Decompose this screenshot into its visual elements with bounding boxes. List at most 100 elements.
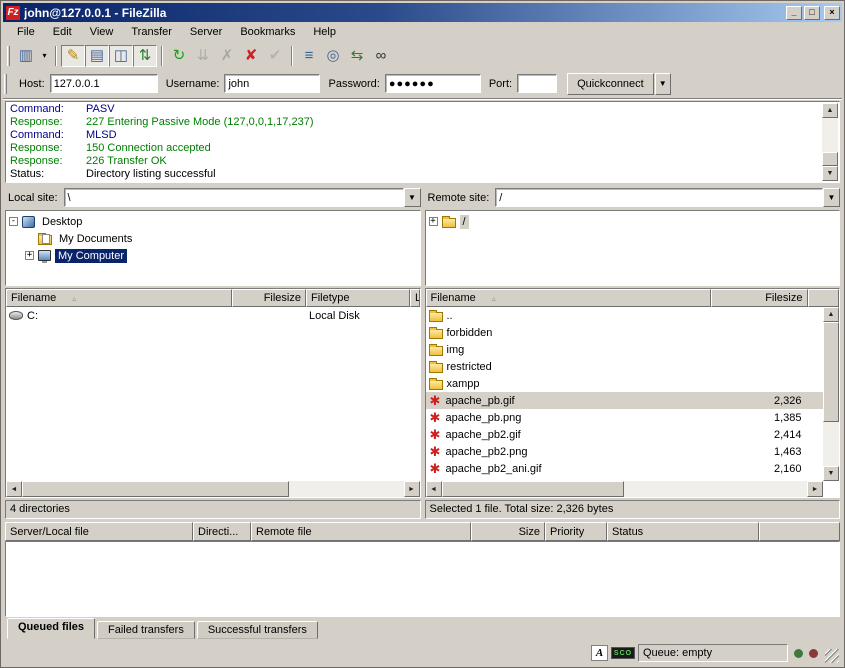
remote-site-dropdown-icon[interactable]: ▼ xyxy=(823,188,840,207)
toggle-queue-button[interactable]: ⇅ xyxy=(133,45,157,67)
folder-icon xyxy=(429,346,443,356)
local-list-body: C:Local Disk xyxy=(6,307,420,481)
quickconnect-dropdown-button[interactable]: ▼ xyxy=(655,73,671,95)
column-header-filename[interactable]: Filename▵ xyxy=(6,289,232,307)
scroll-up-icon[interactable]: ▲ xyxy=(822,103,838,118)
toggle-remote-tree-button[interactable]: ◫ xyxy=(109,45,133,67)
folder-docs-icon xyxy=(38,235,52,245)
tab-successful-transfers[interactable]: Successful transfers xyxy=(197,621,318,639)
log-line: Command:PASV xyxy=(10,103,819,116)
column-header-filesize[interactable]: Filesize xyxy=(232,289,306,307)
expand-icon[interactable]: + xyxy=(429,217,438,226)
toggle-message-log-button[interactable]: ✎ xyxy=(61,45,85,67)
site-manager-button[interactable]: ▥ xyxy=(14,45,38,67)
file-row-restricted[interactable]: restricted xyxy=(426,358,824,375)
file-row-apache-pb-gif[interactable]: ✱apache_pb.gif2,326 xyxy=(426,392,824,409)
desktop-icon xyxy=(22,216,35,228)
queue-column-remote-file[interactable]: Remote file xyxy=(251,522,471,541)
local-hscroll-thumb[interactable] xyxy=(22,481,289,497)
remote-tree-item-item[interactable]: +/ xyxy=(427,213,839,230)
local-hscrollbar[interactable]: ◄ ► xyxy=(6,481,420,497)
local-site-combo[interactable]: \ xyxy=(64,188,404,207)
file-row-apache-pb2-png[interactable]: ✱apache_pb2.png1,463 xyxy=(426,443,824,460)
host-label: Host: xyxy=(19,78,45,90)
remote-hscroll-track[interactable] xyxy=(442,481,808,497)
menu-help[interactable]: Help xyxy=(304,24,345,40)
remote-vscroll-thumb[interactable] xyxy=(823,322,839,422)
file-row-c[interactable]: C:Local Disk xyxy=(6,307,420,324)
toolbar-separator xyxy=(161,46,163,66)
minimize-button[interactable]: _ xyxy=(786,6,802,20)
menu-file[interactable]: File xyxy=(8,24,44,40)
remote-list-header: Filename▵Filesize xyxy=(426,289,840,307)
file-name: apache_pb2_ani.gif xyxy=(446,463,542,475)
queue-column-status[interactable]: Status xyxy=(607,522,759,541)
host-input[interactable] xyxy=(50,74,158,93)
transfer-queue-list[interactable] xyxy=(5,541,840,617)
queue-column-priority[interactable]: Priority xyxy=(545,522,607,541)
site-manager-dropdown-icon[interactable]: ▾ xyxy=(38,45,51,67)
local-site-label: Local site: xyxy=(5,192,64,204)
queue-column-directi[interactable]: Directi... xyxy=(193,522,251,541)
log-scroll-track[interactable] xyxy=(822,118,838,166)
menu-server[interactable]: Server xyxy=(181,24,231,40)
maximize-button[interactable]: □ xyxy=(804,6,820,20)
expand-icon[interactable]: + xyxy=(25,251,34,260)
remote-hscrollbar[interactable]: ◄ ► xyxy=(426,481,824,497)
queue-column-server-local-file[interactable]: Server/Local file xyxy=(5,522,193,541)
menu-edit[interactable]: Edit xyxy=(44,24,81,40)
filter-button[interactable]: ≡ xyxy=(297,45,321,67)
local-tree-item-my-documents[interactable]: My Documents xyxy=(7,230,419,247)
scroll-down-icon[interactable]: ▼ xyxy=(823,466,839,481)
file-row-apache-pb2-gif[interactable]: ✱apache_pb2.gif2,414 xyxy=(426,426,824,443)
file-row-apache-pb-png[interactable]: ✱apache_pb.png1,385 xyxy=(426,409,824,426)
port-input[interactable] xyxy=(517,74,557,93)
file-name: apache_pb.gif xyxy=(446,395,515,407)
username-input[interactable] xyxy=(224,74,320,93)
file-row-forbidden[interactable]: forbidden xyxy=(426,324,824,341)
quickconnect-button[interactable]: Quickconnect xyxy=(567,73,654,95)
scroll-down-icon[interactable]: ▼ xyxy=(822,166,838,181)
remote-vscroll-track[interactable] xyxy=(823,322,839,466)
scroll-right-icon[interactable]: ► xyxy=(807,481,823,497)
synchronized-browsing-button[interactable]: ⇆ xyxy=(345,45,369,67)
column-header-l[interactable]: L xyxy=(410,289,420,307)
file-row-item[interactable]: .. xyxy=(426,307,824,324)
local-site-dropdown-icon[interactable]: ▼ xyxy=(404,188,421,207)
column-header-filetype[interactable]: Filetype xyxy=(306,289,410,307)
local-tree-item-desktop[interactable]: -Desktop xyxy=(7,213,419,230)
resize-grip[interactable] xyxy=(825,649,839,663)
remote-site-combo[interactable]: / xyxy=(495,188,823,207)
collapse-icon[interactable]: - xyxy=(9,217,18,226)
remote-vscrollbar[interactable]: ▲ ▼ xyxy=(823,307,839,481)
scroll-up-icon[interactable]: ▲ xyxy=(823,307,839,322)
scroll-left-icon[interactable]: ◄ xyxy=(6,481,22,497)
search-files-button[interactable]: ∞ xyxy=(369,45,393,67)
log-scroll-thumb[interactable] xyxy=(822,152,838,166)
disconnect-button[interactable]: ✘ xyxy=(239,45,263,67)
local-tree-item-my-computer[interactable]: +My Computer xyxy=(7,247,419,264)
file-row-apache-pb2-ani-gif[interactable]: ✱apache_pb2_ani.gif2,160 xyxy=(426,460,824,477)
tab-failed-transfers[interactable]: Failed transfers xyxy=(97,621,195,639)
menu-bookmarks[interactable]: Bookmarks xyxy=(231,24,304,40)
toggle-local-tree-button[interactable]: ▤ xyxy=(85,45,109,67)
log-scrollbar[interactable]: ▲ ▼ xyxy=(822,103,838,181)
file-row-xampp[interactable]: xampp xyxy=(426,375,824,392)
password-input[interactable] xyxy=(385,74,481,93)
scroll-right-icon[interactable]: ► xyxy=(404,481,420,497)
local-hscroll-track[interactable] xyxy=(22,481,404,497)
disconnect-icon: ✘ xyxy=(245,48,258,64)
file-name: restricted xyxy=(447,361,492,373)
column-header-filename[interactable]: Filename▵ xyxy=(426,289,711,307)
refresh-button[interactable]: ↻ xyxy=(167,45,191,67)
scroll-left-icon[interactable]: ◄ xyxy=(426,481,442,497)
directory-comparison-button[interactable]: ◎ xyxy=(321,45,345,67)
remote-hscroll-thumb[interactable] xyxy=(442,481,625,497)
close-button[interactable]: × xyxy=(824,6,840,20)
menu-view[interactable]: View xyxy=(81,24,123,40)
column-header-filesize[interactable]: Filesize xyxy=(711,289,808,307)
queue-column-size[interactable]: Size xyxy=(471,522,545,541)
tab-queued-files[interactable]: Queued files xyxy=(7,618,95,639)
file-row-img[interactable]: img xyxy=(426,341,824,358)
menu-transfer[interactable]: Transfer xyxy=(122,24,181,40)
